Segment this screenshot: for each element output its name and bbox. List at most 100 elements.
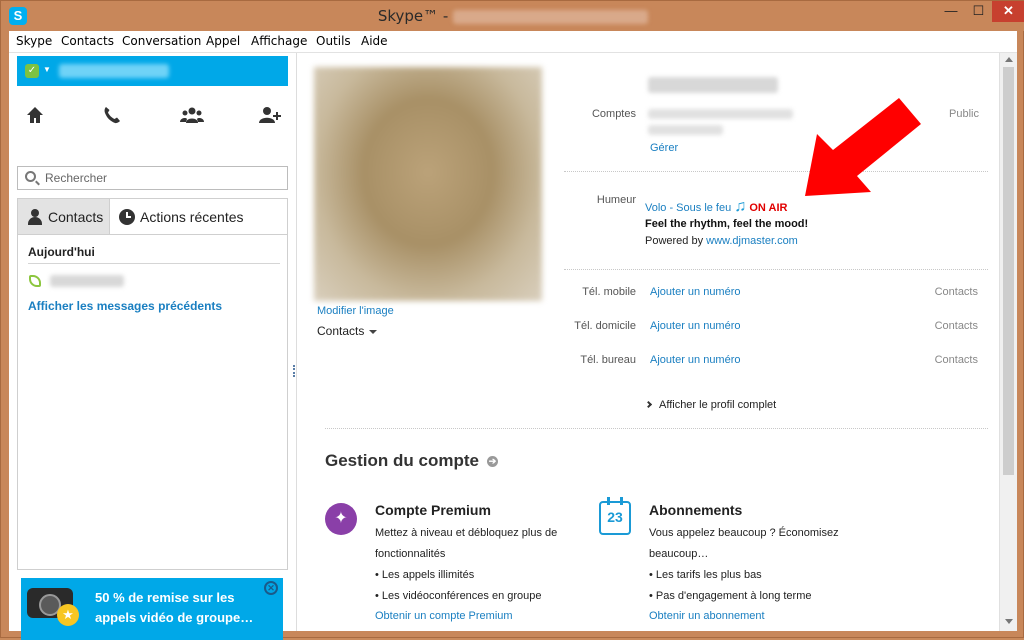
search-input[interactable] <box>45 170 275 186</box>
menu-skype[interactable]: Skype <box>16 34 52 48</box>
group-icon[interactable] <box>180 105 204 129</box>
premium-line: • Les vidéoconférences en groupe <box>375 590 542 602</box>
scroll-down-icon[interactable] <box>1005 619 1013 624</box>
pane-splitter-handle[interactable] <box>293 365 296 377</box>
arrow-right-icon[interactable]: ➔ <box>486 456 498 468</box>
accounts-visibility: Public <box>949 108 979 120</box>
minimize-button[interactable]: — <box>937 1 965 22</box>
premium-line: fonctionnalités <box>375 548 446 560</box>
powered-by-text: Powered by <box>645 235 704 247</box>
user-status-bar[interactable]: ✓ ▼ <box>17 56 288 86</box>
account-email-redacted <box>648 109 793 119</box>
divider <box>325 428 988 429</box>
tab-recent-label: Actions récentes <box>140 209 244 225</box>
chevron-down-icon <box>369 329 378 334</box>
premium-star-icon: ✦ <box>325 503 357 535</box>
promo-close-icon[interactable]: ✕ <box>264 581 278 595</box>
chevron-right-icon <box>644 400 653 408</box>
annotation-arrow-icon <box>805 98 921 196</box>
add-home-number-link[interactable]: Ajouter un numéro <box>650 320 741 332</box>
show-previous-messages-link[interactable]: Afficher les messages précédents <box>28 299 222 313</box>
menu-bar: Skype Contacts Conversation Appel Affich… <box>9 31 1017 53</box>
mood-song-link[interactable]: Volo - Sous le feu <box>645 202 731 214</box>
online-status-icon[interactable]: ✓ <box>25 64 39 78</box>
close-button[interactable]: ✕ <box>992 1 1024 22</box>
status-caret-icon[interactable]: ▼ <box>43 65 51 74</box>
promo-text[interactable]: 50 % de remise sur les appels vidéo de g… <box>95 588 265 628</box>
tab-contacts-label: Contacts <box>48 209 104 225</box>
menu-affichage[interactable]: Affichage <box>251 34 307 48</box>
tab-contacts[interactable]: Contacts <box>18 199 110 235</box>
get-premium-link[interactable]: Obtenir un compte Premium <box>375 610 513 622</box>
mood-powered-by: Powered by www.djmaster.com <box>645 235 798 247</box>
menu-appel[interactable]: Appel <box>206 34 240 48</box>
calendar-icon: 23 <box>599 497 631 535</box>
mood-tagline: Feel the rhythm, feel the mood! <box>645 218 809 230</box>
contact-status-icon <box>29 275 41 287</box>
edit-image-link[interactable]: Modifier l'image <box>317 305 394 317</box>
subscriptions-line: beaucoup… <box>649 548 709 560</box>
accounts-label: Comptes <box>591 108 636 120</box>
home-icon[interactable] <box>23 105 47 129</box>
add-office-number-link[interactable]: Ajouter un numéro <box>650 354 741 366</box>
title-bar: S Skype™ - — ☐ ✕ <box>1 1 1024 31</box>
user-name-redacted <box>59 64 169 78</box>
menu-outils[interactable]: Outils <box>316 34 351 48</box>
subscriptions-title: Abonnements <box>649 502 743 518</box>
subscriptions-line: • Pas d'engagement à long terme <box>649 590 812 602</box>
premium-title: Compte Premium <box>375 502 491 518</box>
today-heading: Aujourd'hui <box>28 245 95 259</box>
mood-label: Humeur <box>596 194 636 206</box>
phone-visibility-home: Contacts <box>934 320 978 332</box>
contacts-visibility-dropdown[interactable]: Contacts <box>317 324 378 338</box>
search-icon <box>25 171 36 182</box>
menu-aide[interactable]: Aide <box>361 34 388 48</box>
subscriptions-line: • Les tarifs les plus bas <box>649 569 762 581</box>
menu-contacts[interactable]: Contacts <box>61 34 114 48</box>
subscriptions-line: Vous appelez beaucoup ? Économisez <box>649 527 839 539</box>
music-note-icon: ♫ <box>734 198 747 215</box>
mood-line: Volo - Sous le feu ♫ ON AIR <box>645 198 787 216</box>
account-management-title: Gestion du compte <box>325 451 479 470</box>
menu-conversation[interactable]: Conversation <box>122 34 201 48</box>
vertical-scrollbar[interactable] <box>999 53 1017 631</box>
person-icon <box>27 209 43 225</box>
maximize-button[interactable]: ☐ <box>965 1 992 22</box>
phone-label-office: Tél. bureau <box>580 354 636 366</box>
manage-link[interactable]: Gérer <box>650 142 678 154</box>
tab-recent-actions[interactable]: Actions récentes <box>110 199 288 235</box>
window-title-account-redacted <box>453 9 649 24</box>
promo-banner[interactable]: ★ 50 % de remise sur les appels vidéo de… <box>21 578 283 640</box>
djmaster-link[interactable]: www.djmaster.com <box>706 235 798 247</box>
search-box[interactable] <box>17 166 288 190</box>
star-icon: ★ <box>57 604 79 626</box>
phone-label-home: Tél. domicile <box>574 320 636 332</box>
contacts-panel: Contacts Actions récentes Aujourd'hui Af… <box>17 198 288 570</box>
on-air-label: ON AIR <box>749 202 788 214</box>
add-mobile-number-link[interactable]: Ajouter un numéro <box>650 286 741 298</box>
phone-label-mobile: Tél. mobile <box>582 286 636 298</box>
phone-visibility-office: Contacts <box>934 354 978 366</box>
show-full-profile-link[interactable]: Afficher le profil complet <box>644 399 777 411</box>
subscriptions-description: Vous appelez beaucoup ? Économisez beauc… <box>649 523 859 607</box>
phone-visibility-mobile: Contacts <box>934 286 978 298</box>
contacts-dropdown-label: Contacts <box>317 324 365 338</box>
skype-window: S Skype™ - — ☐ ✕ Skype Contacts Conversa… <box>0 0 1024 640</box>
premium-line: • Les appels illimités <box>375 569 475 581</box>
scroll-thumb[interactable] <box>1003 67 1014 475</box>
profile-name-redacted <box>648 77 778 93</box>
sidebar: ✓ ▼ Contacts <box>9 53 297 640</box>
profile-picture-redacted <box>314 67 542 301</box>
clock-icon <box>119 209 135 225</box>
account-management-heading[interactable]: Gestion du compte ➔ <box>325 451 498 471</box>
add-contact-icon[interactable] <box>258 105 282 129</box>
divider <box>564 269 988 270</box>
contact-name-redacted[interactable] <box>50 275 124 287</box>
get-subscription-link[interactable]: Obtenir un abonnement <box>649 610 765 622</box>
phone-icon[interactable] <box>100 105 124 129</box>
divider <box>28 263 280 264</box>
show-full-profile-label: Afficher le profil complet <box>659 399 777 411</box>
premium-description: Mettez à niveau et débloquez plus de fon… <box>375 523 575 607</box>
window-title: Skype™ - <box>1 7 1024 25</box>
scroll-up-icon[interactable] <box>1005 57 1013 62</box>
